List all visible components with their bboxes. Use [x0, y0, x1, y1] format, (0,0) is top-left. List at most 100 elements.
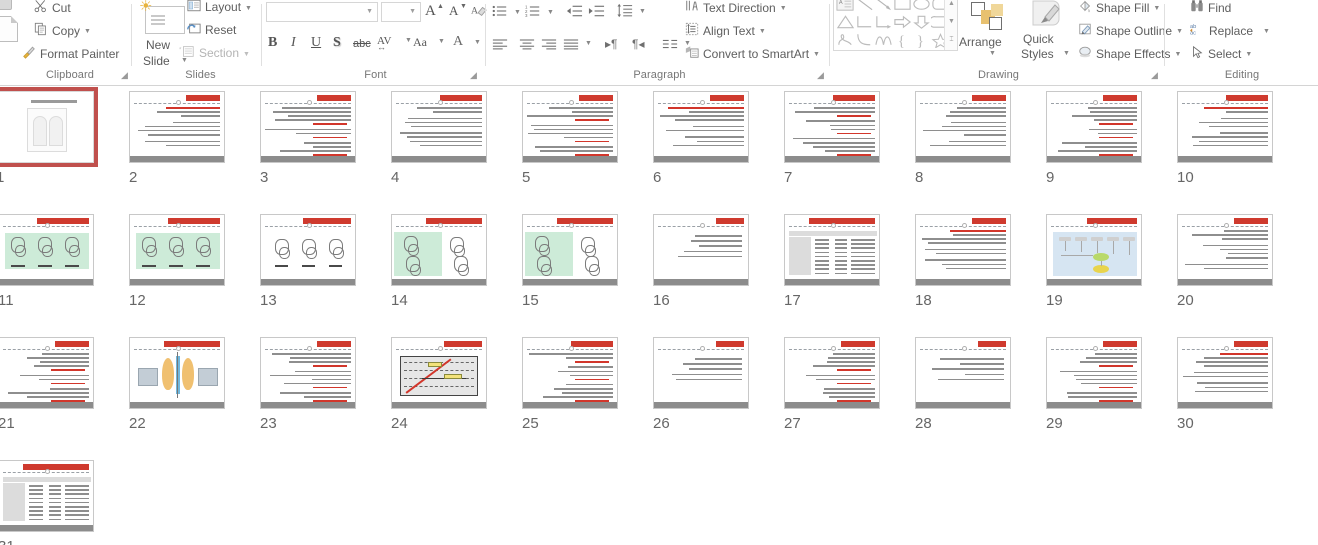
align-text-button[interactable]: Align Text ▼	[683, 21, 768, 40]
format-painter-button[interactable]: Format Painter	[20, 44, 121, 63]
reset-button[interactable]: Reset	[185, 21, 238, 39]
copy-button[interactable]: Copy ▼	[32, 21, 93, 40]
replace-button[interactable]: ab ac Replace ▼	[1188, 21, 1272, 40]
increase-indent-button[interactable]	[588, 4, 605, 21]
font-size-caret[interactable]: ▼	[409, 8, 416, 15]
layout-button[interactable]: Layout ▼	[185, 0, 254, 16]
shape-elbow-connector-icon[interactable]	[855, 14, 874, 31]
slide-thumbnail-18[interactable]: 18	[911, 210, 1015, 290]
numbering-button[interactable]: 123 ▼	[525, 4, 541, 21]
justify-button[interactable]: ▼	[563, 38, 579, 53]
layout-caret[interactable]: ▼	[245, 5, 252, 12]
change-case-caret[interactable]: ▼	[438, 38, 445, 45]
shape-isosceles-triangle-icon[interactable]	[836, 14, 855, 31]
select-button[interactable]: Select ▼	[1188, 44, 1254, 63]
slide-thumbnail-19[interactable]: 19	[1042, 210, 1146, 290]
slide-thumbnail-24[interactable]: 24	[387, 333, 491, 413]
cut-button[interactable]: Cut	[32, 0, 73, 17]
slide-thumbnail-3[interactable]: 3	[256, 87, 360, 167]
slide-thumbnail-10[interactable]: 10	[1173, 87, 1277, 167]
slide-thumbnail-21[interactable]: 21	[0, 333, 98, 413]
ltr-text-direction-button[interactable]: ▸¶	[605, 37, 617, 51]
underline-button[interactable]: U	[311, 35, 321, 51]
decrease-indent-button[interactable]	[566, 4, 583, 21]
shape-text-box-icon[interactable]: A	[836, 0, 855, 13]
text-direction-caret[interactable]: ▼	[780, 5, 787, 12]
font-size-combo[interactable]: ▼	[381, 2, 421, 22]
line-spacing-button[interactable]: ▼	[617, 3, 633, 21]
smartart-caret[interactable]: ▼	[813, 51, 820, 58]
italic-button[interactable]: I	[291, 35, 296, 51]
quick-styles-caret[interactable]: ▼	[1063, 50, 1070, 57]
slide-thumbnail-11[interactable]: 11	[0, 210, 98, 290]
slide-thumbnail-8[interactable]: 8	[911, 87, 1015, 167]
columns-button[interactable]: ▼	[662, 38, 678, 53]
find-button[interactable]: Find	[1188, 0, 1233, 17]
font-name-combo[interactable]: ▼	[266, 2, 378, 22]
shape-curve-icon[interactable]	[874, 32, 893, 49]
slide-thumbnail-30[interactable]: 30	[1173, 333, 1277, 413]
slide-thumbnail-5[interactable]: 5	[518, 87, 622, 167]
slide-thumbnail-2[interactable]: 2	[125, 87, 229, 167]
align-right-button[interactable]	[541, 38, 557, 53]
slide-thumbnail-29[interactable]: 29	[1042, 333, 1146, 413]
shape-fill-button[interactable]: Shape Fill ▼	[1076, 0, 1162, 17]
char-spacing-caret[interactable]: ▼	[405, 37, 412, 44]
slide-thumbnail-12[interactable]: 12	[125, 210, 229, 290]
shape-elbow-arrow-connector-icon[interactable]	[874, 14, 893, 31]
shape-left-brace-icon[interactable]: {	[893, 32, 912, 49]
slide-thumbnail-4[interactable]: 4	[387, 87, 491, 167]
slide-thumbnail-28[interactable]: 28	[911, 333, 1015, 413]
shape-scribble-icon[interactable]	[836, 32, 855, 49]
shapes-gallery[interactable]: A {} ▲ ▼ ⌶	[833, 0, 958, 51]
slide-thumbnail-16[interactable]: 16	[649, 210, 753, 290]
section-caret[interactable]: ▼	[243, 51, 250, 58]
font-dialog-launcher[interactable]: ◢	[470, 70, 480, 80]
slide-thumbnail-23[interactable]: 23	[256, 333, 360, 413]
shapes-scroll-up-icon[interactable]: ▲	[945, 0, 958, 13]
align-center-button[interactable]	[519, 38, 535, 53]
shape-line-icon[interactable]	[855, 0, 874, 13]
rtl-text-direction-button[interactable]: ¶◂	[632, 37, 644, 51]
arrange-caret[interactable]: ▼	[989, 50, 996, 57]
font-color-caret[interactable]: ▼	[474, 39, 481, 46]
shape-right-brace-icon[interactable]: }	[912, 32, 931, 49]
bullets-button[interactable]: ▼	[492, 4, 508, 21]
slide-thumbnail-6[interactable]: 6	[649, 87, 753, 167]
align-text-caret[interactable]: ▼	[759, 28, 766, 35]
slide-thumbnail-31[interactable]: 31	[0, 456, 98, 536]
text-shadow-button[interactable]: S	[333, 35, 341, 51]
strikethrough-button[interactable]: abc	[353, 38, 371, 50]
convert-to-smartart-button[interactable]: Convert to SmartArt ▼	[683, 44, 822, 63]
shape-arc-icon[interactable]	[855, 32, 874, 49]
numbering-caret[interactable]: ▼	[547, 9, 554, 16]
slide-thumbnail-1[interactable]: 1	[0, 87, 98, 167]
text-direction-button[interactable]: Text Direction ▼	[683, 0, 789, 17]
bold-button[interactable]: B	[268, 35, 277, 51]
shrink-font-button[interactable]: A ▼	[449, 3, 458, 19]
shapes-scroll-down-icon[interactable]: ▼	[945, 13, 958, 31]
replace-caret[interactable]: ▼	[1263, 28, 1270, 35]
slide-thumbnail-9[interactable]: 9	[1042, 87, 1146, 167]
select-caret[interactable]: ▼	[1245, 51, 1252, 58]
slide-thumbnail-27[interactable]: 27	[780, 333, 884, 413]
slide-thumbnail-14[interactable]: 14	[387, 210, 491, 290]
font-color-button[interactable]: A ▼	[453, 34, 463, 50]
grow-font-button[interactable]: A ▲	[425, 3, 436, 20]
justify-caret[interactable]: ▼	[585, 40, 592, 47]
slide-thumbnail-13[interactable]: 13	[256, 210, 360, 290]
shape-fill-caret[interactable]: ▼	[1153, 5, 1160, 12]
character-spacing-button[interactable]: AV ↔ ▼	[377, 33, 391, 47]
line-spacing-caret[interactable]: ▼	[639, 8, 646, 15]
slide-thumbnail-17[interactable]: 17	[780, 210, 884, 290]
change-case-button[interactable]: Aa ▼	[413, 35, 427, 50]
slide-thumbnail-26[interactable]: 26	[649, 333, 753, 413]
shape-down-arrow-icon[interactable]	[912, 14, 931, 31]
section-button[interactable]: * Section ▼	[177, 44, 252, 62]
shape-right-arrow-icon[interactable]	[893, 14, 912, 31]
bullets-caret[interactable]: ▼	[514, 9, 521, 16]
copy-dropdown-caret[interactable]: ▼	[84, 28, 91, 35]
slide-thumbnail-22[interactable]: 22	[125, 333, 229, 413]
clipboard-dialog-launcher[interactable]: ◢	[121, 70, 131, 80]
font-name-caret[interactable]: ▼	[366, 8, 373, 15]
